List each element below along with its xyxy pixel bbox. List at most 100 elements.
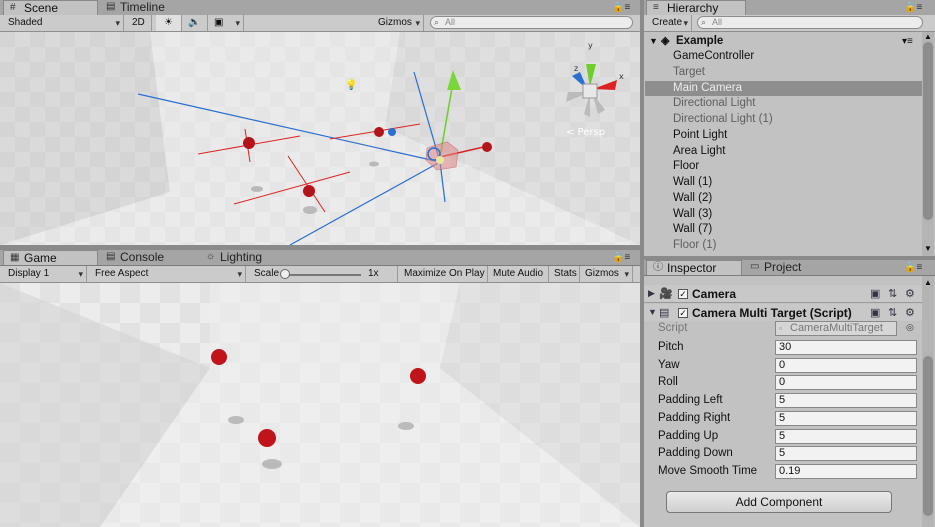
game-icon: ▦ <box>10 252 20 263</box>
aspect-dropdown[interactable]: Free Aspect <box>91 266 246 282</box>
hierarchy-item[interactable]: GameController <box>645 49 922 65</box>
field-label: Pitch <box>658 341 684 353</box>
field-label: Move Smooth Time <box>658 464 758 477</box>
stats-toggle[interactable]: Stats <box>550 266 580 282</box>
help-icon[interactable]: ▣ <box>870 306 880 319</box>
audio-toggle-button[interactable]: 🔈 <box>182 15 208 31</box>
expand-arrow-icon[interactable]: ▼ <box>649 34 658 49</box>
search-icon: ⌕ <box>701 17 707 27</box>
light-bulb-icon: 💡 <box>345 78 357 91</box>
scene-root-row[interactable]: ▼ ◈ Example ▾≡ <box>647 34 922 49</box>
scale-slider-thumb[interactable] <box>280 269 290 279</box>
film-icon: ▤ <box>106 1 116 12</box>
preset-icon[interactable]: ⇅ <box>888 287 897 300</box>
scene-search-input[interactable]: ⌕ All <box>430 16 633 29</box>
hierarchy-item[interactable]: Wall (1) <box>645 175 922 191</box>
tab-inspector[interactable]: ⓘ Inspector <box>646 260 742 275</box>
inspector-scroll-thumb[interactable] <box>923 356 933 516</box>
hierarchy-item[interactable]: Directional Light (1) <box>645 112 922 128</box>
script-icon: ▤ <box>659 307 670 319</box>
effects-dropdown[interactable]: ▣ <box>210 15 244 31</box>
hierarchy-item[interactable]: Target <box>645 65 922 81</box>
hierarchy-search-input[interactable]: ⌕ All <box>697 16 923 29</box>
expand-arrow-icon[interactable]: ▼ <box>648 307 657 317</box>
hierarchy-item[interactable]: Area Light <box>645 144 922 160</box>
inspector-scrollbar[interactable]: ▲ <box>922 276 934 527</box>
create-dropdown[interactable]: Create <box>648 15 692 31</box>
gear-icon[interactable]: ⚙ <box>905 306 915 319</box>
inspector-panel-menu-icon[interactable]: 🔒≡ <box>904 262 922 273</box>
shading-mode-dropdown[interactable]: Shaded <box>4 15 124 31</box>
field-input[interactable]: 5 <box>775 410 917 426</box>
tab-game[interactable]: ▦ Game <box>3 250 98 265</box>
display-dropdown[interactable]: Display 1 <box>4 266 87 282</box>
sun-icon: ☀ <box>164 17 173 28</box>
field-input[interactable]: 5 <box>775 393 917 409</box>
collapse-arrow-icon[interactable]: ▶ <box>648 288 655 299</box>
gear-icon[interactable]: ⚙ <box>905 287 915 300</box>
tab-project[interactable]: ▭ Project <box>744 260 840 275</box>
component-name: Camera <box>692 287 737 301</box>
info-icon: ⓘ <box>653 262 663 273</box>
field-label: Roll <box>658 376 678 389</box>
scene-panel-menu-icon[interactable]: 🔒≡ <box>612 2 630 13</box>
folder-icon: ▭ <box>750 261 760 272</box>
scale-slider-track[interactable] <box>283 274 361 276</box>
hierarchy-panel-menu-icon[interactable]: 🔒≡ <box>904 2 922 13</box>
2d-toggle-button[interactable]: 2D <box>128 15 152 31</box>
hierarchy-item[interactable]: Wall (7) <box>645 222 922 238</box>
maximize-on-play-toggle[interactable]: Maximize On Play <box>400 266 488 282</box>
script-label: Script <box>658 322 688 334</box>
inspector-scroll-up[interactable]: ▲ <box>924 278 932 287</box>
add-component-button[interactable]: Add Component <box>666 491 892 513</box>
tab-lighting[interactable]: ☼ Lighting <box>200 250 300 265</box>
script-reference-field[interactable]: ▫ CameraMultiTarget <box>775 321 897 336</box>
game-viewport[interactable] <box>0 283 640 527</box>
hierarchy-scroll-thumb[interactable] <box>923 42 933 220</box>
scene-gizmos-dropdown[interactable]: Gizmos <box>374 15 424 31</box>
hierarchy-scrollbar[interactable]: ▲ ▼ <box>922 32 934 256</box>
field-label: Padding Right <box>658 411 731 424</box>
field-input[interactable]: 5 <box>775 446 917 462</box>
grid-icon: # <box>10 2 16 13</box>
projection-toggle[interactable]: < Persp <box>566 127 605 138</box>
tab-console[interactable]: ▤ Console <box>100 250 200 265</box>
hierarchy-item[interactable]: Wall (2) <box>645 191 922 207</box>
speaker-icon: 🔈 <box>188 17 201 28</box>
hierarchy-item[interactable]: Floor (1) <box>645 238 922 254</box>
hierarchy-item[interactable]: Wall (3) <box>645 207 922 223</box>
field-input[interactable]: 0 <box>775 357 917 373</box>
hierarchy-scroll-down[interactable]: ▼ <box>924 244 932 253</box>
axis-y-label: y <box>588 41 593 50</box>
field-input[interactable]: 0 <box>775 375 917 391</box>
field-label: Padding Down <box>658 447 733 460</box>
object-picker-icon[interactable]: ◎ <box>906 322 914 333</box>
game-panel-menu-icon[interactable]: 🔒≡ <box>612 252 630 263</box>
axis-x-label: x <box>619 72 624 81</box>
game-gizmos-dropdown[interactable]: Gizmos <box>581 266 633 282</box>
game-back-wall <box>210 283 460 368</box>
hierarchy-item[interactable]: Directional Light <box>645 96 922 112</box>
field-input[interactable]: 30 <box>775 340 917 355</box>
tab-scene[interactable]: # Scene <box>3 0 98 15</box>
scene-menu-icon[interactable]: ▾≡ <box>902 34 913 49</box>
list-icon: ≡ <box>653 2 659 13</box>
tab-timeline[interactable]: ▤ Timeline <box>100 0 200 15</box>
mute-audio-toggle[interactable]: Mute Audio <box>489 266 549 282</box>
hierarchy-item[interactable]: Main Camera <box>645 80 922 97</box>
tab-hierarchy[interactable]: ≡ Hierarchy <box>646 0 746 15</box>
hierarchy-item[interactable]: Floor <box>645 159 922 175</box>
field-input[interactable]: 0.19 <box>775 463 917 479</box>
preset-icon[interactable]: ⇅ <box>888 306 897 319</box>
field-label: Padding Left <box>658 394 723 407</box>
help-icon[interactable]: ▣ <box>870 287 880 300</box>
split-divider[interactable] <box>0 245 640 250</box>
lighting-toggle-button[interactable]: ☀ <box>156 15 182 31</box>
script-enabled-checkbox[interactable]: ✓ <box>678 308 688 318</box>
axis-z-label: z <box>574 64 578 73</box>
scene-viewport[interactable]: 💡 y x z < Persp <box>0 32 640 245</box>
hierarchy-scroll-up[interactable]: ▲ <box>924 32 932 41</box>
field-input[interactable]: 5 <box>775 428 917 444</box>
hierarchy-item[interactable]: Point Light <box>645 128 922 144</box>
camera-enabled-checkbox[interactable]: ✓ <box>678 289 688 299</box>
